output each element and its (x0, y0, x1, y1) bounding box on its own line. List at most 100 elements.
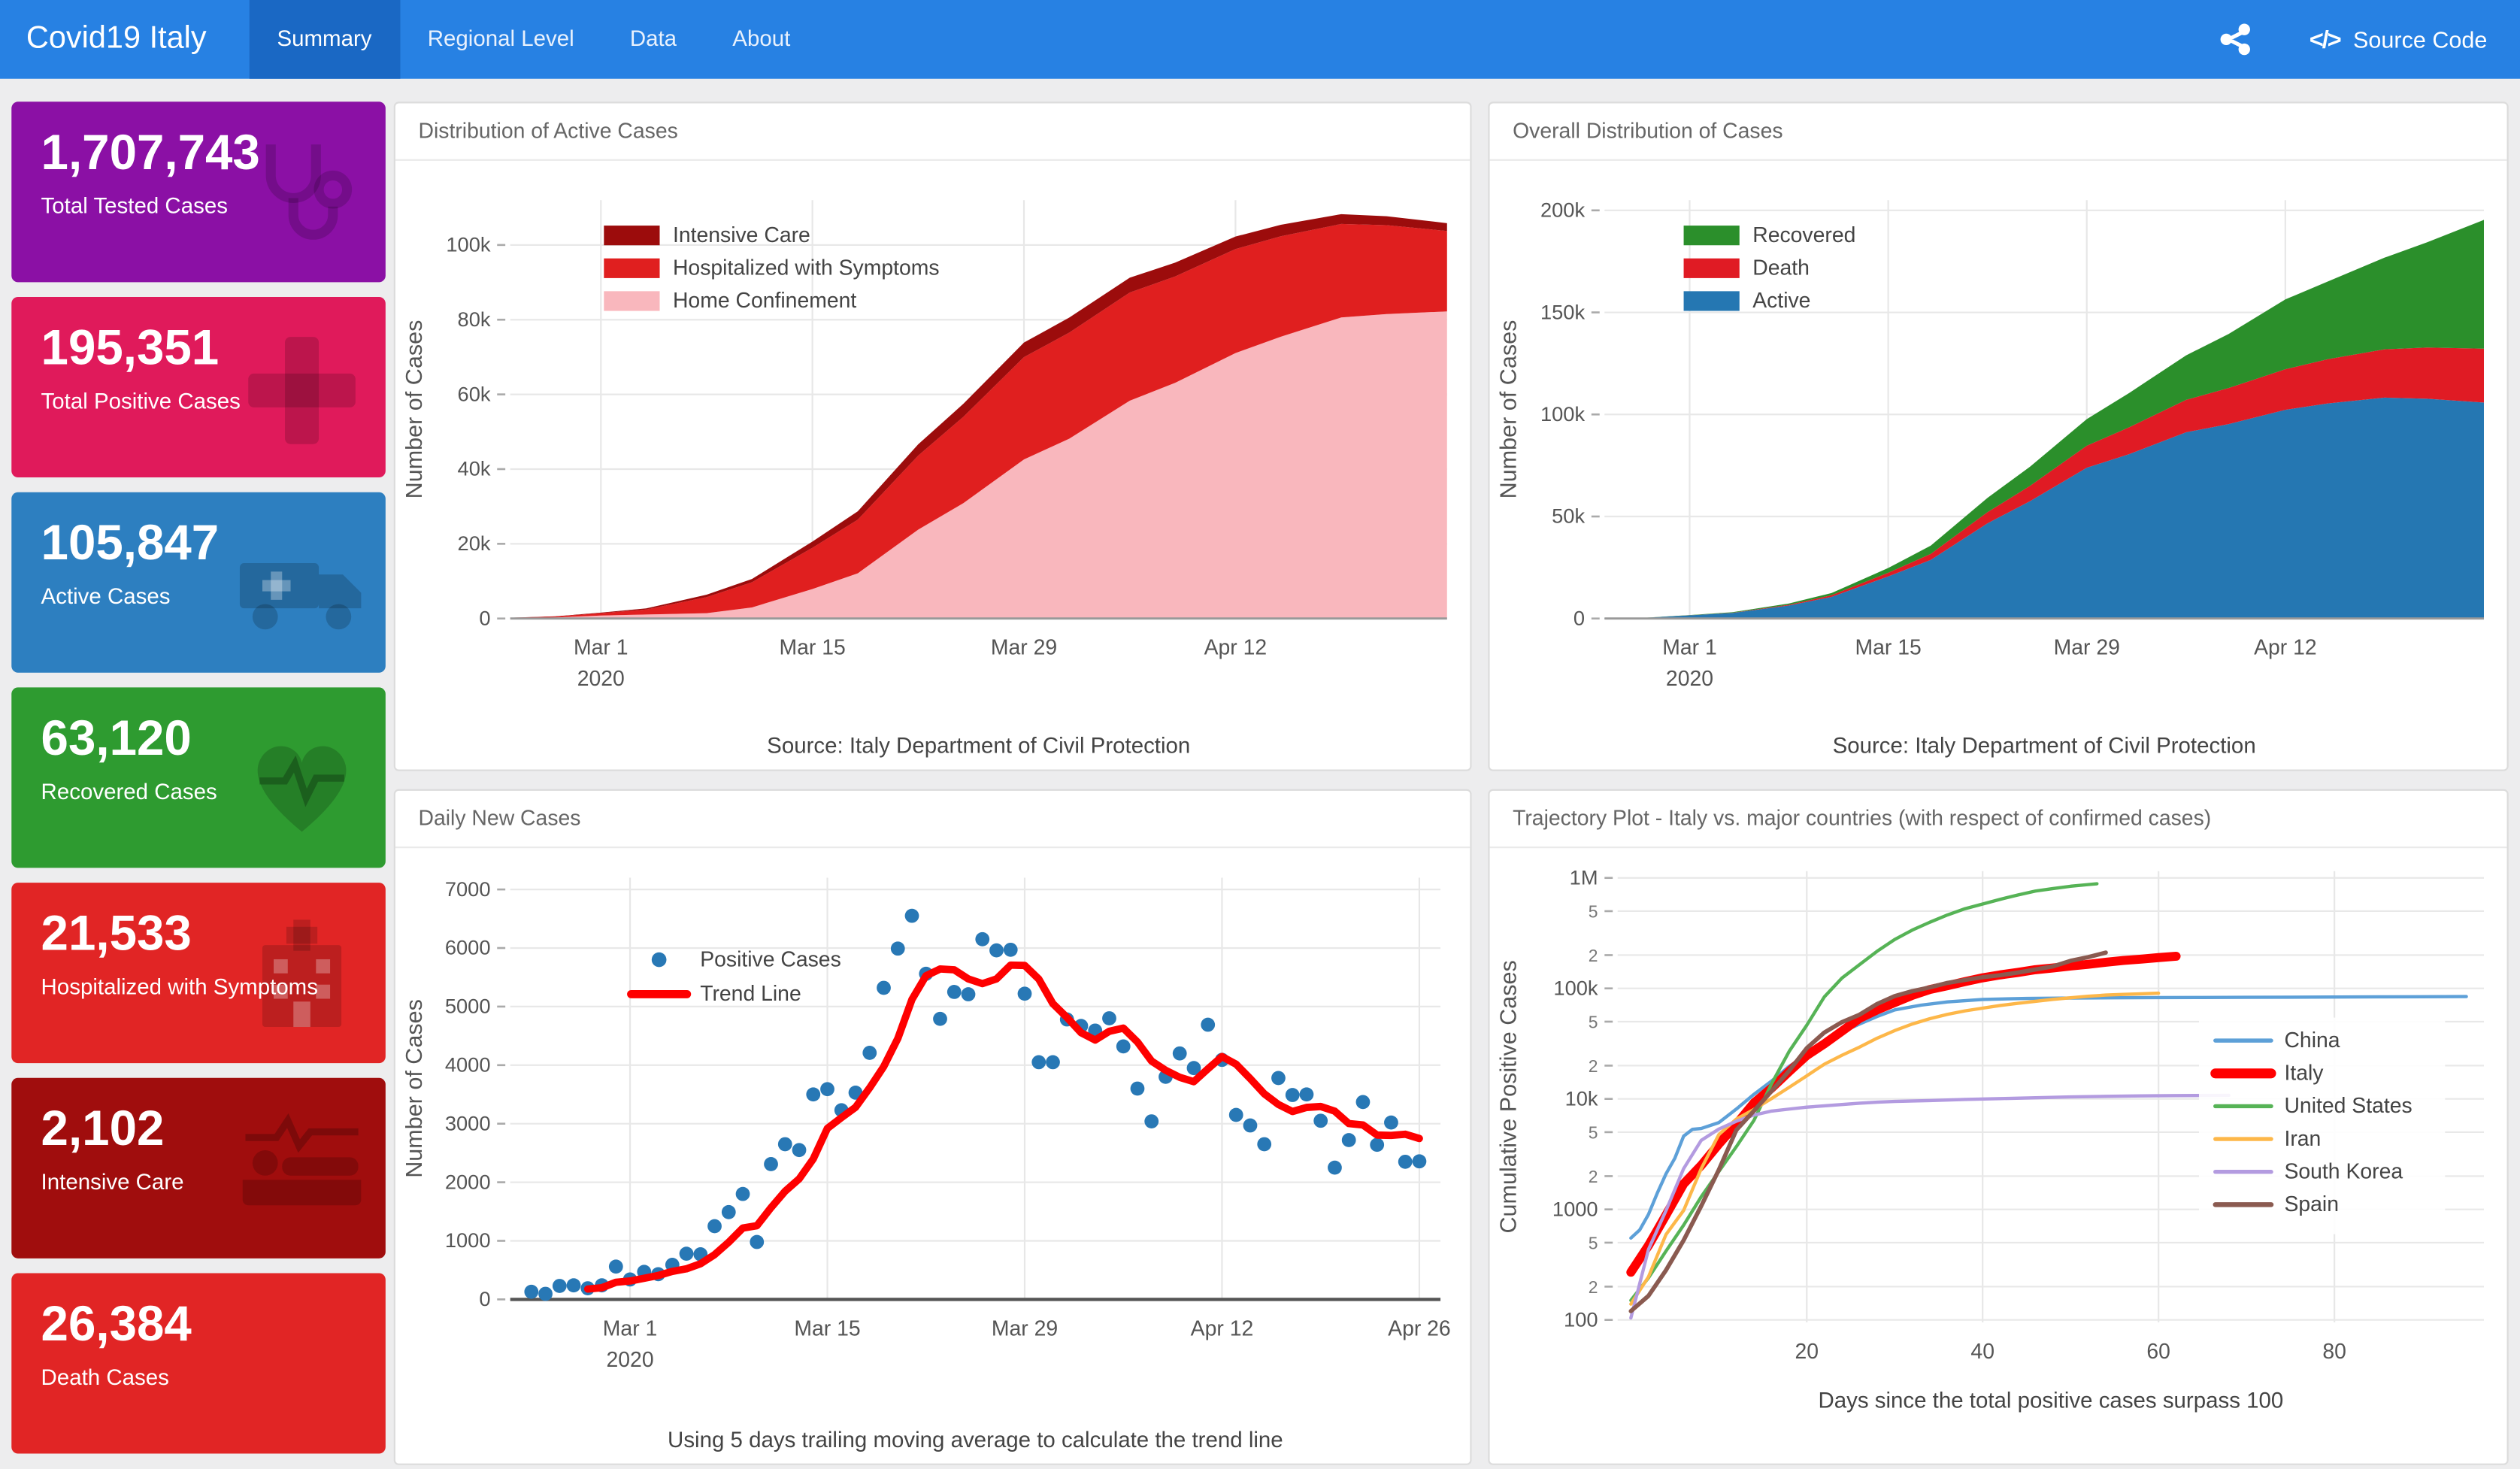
scatter-point (553, 1279, 567, 1293)
scatter-point (1328, 1161, 1342, 1175)
tab-summary[interactable]: Summary (249, 0, 399, 79)
y-tick-label: 6000 (445, 936, 491, 959)
y-tick-label: 2000 (445, 1170, 491, 1193)
area-series-Active (1604, 398, 2484, 619)
tab-regional-level[interactable]: Regional Level (400, 0, 602, 79)
panel-overall-distribution: Overall Distribution of Cases Mar 12020M… (1488, 101, 2508, 771)
legend-swatch (604, 259, 659, 278)
panel-active-distribution: Distribution of Active Cases Mar 12020Ma… (394, 101, 1472, 771)
legend-label: Home Confinement (673, 289, 856, 313)
x-tick-label: Mar 1 (1662, 636, 1717, 660)
scatter-point (680, 1246, 694, 1261)
scatter-point (891, 941, 905, 956)
scatter-point (750, 1235, 764, 1249)
scatter-point (1102, 1011, 1116, 1025)
y-tick-label: 2 (1589, 1167, 1598, 1186)
y-tick-label: 200k (1540, 198, 1585, 222)
legend-item[interactable]: Positive Cases (652, 947, 841, 971)
chart-caption: Using 5 days trailing moving average to … (668, 1428, 1283, 1452)
line-series-United States (1631, 884, 2097, 1301)
legend-label: Italy (2284, 1061, 2324, 1085)
share-icon[interactable] (2218, 21, 2254, 57)
y-tick-label: 5 (1589, 1234, 1598, 1253)
y-tick-label: 0 (1573, 606, 1585, 629)
tab-about[interactable]: About (704, 0, 818, 79)
scatter-point (962, 987, 976, 1001)
stat-card-active: 105,847 Active Cases (11, 492, 386, 673)
scatter-point (877, 981, 891, 995)
scatter-point (1384, 1116, 1398, 1130)
x-tick-label: Mar 1 (603, 1316, 658, 1340)
stat-card-total-tested: 1,707,743 Total Tested Cases (11, 101, 386, 282)
legend-item[interactable]: Intensive Care (604, 223, 810, 247)
scatter-point (1300, 1087, 1314, 1101)
scatter-point (1004, 943, 1018, 957)
scatter-point (1201, 1018, 1215, 1032)
y-tick-label: 100k (446, 233, 490, 256)
legend-swatch (1684, 259, 1740, 278)
legend-swatch (604, 291, 659, 310)
scatter-point (1031, 1056, 1046, 1070)
scatter-point (1046, 1056, 1060, 1070)
scatter-point (524, 1285, 538, 1299)
y-tick-label: 1M (1570, 865, 1598, 889)
y-tick-label: 150k (1540, 300, 1585, 323)
y-tick-label: 0 (479, 1287, 490, 1310)
y-tick-label: 7000 (445, 877, 491, 901)
y-tick-label: 5 (1589, 1013, 1598, 1032)
scatter-point (1271, 1071, 1286, 1086)
stat-value: 63,120 (41, 712, 386, 768)
x-tick-label: 2020 (577, 667, 625, 691)
stat-label: Intensive Care (41, 1170, 386, 1195)
legend-label: Death (1752, 256, 1810, 280)
x-tick-label: Apr 26 (1388, 1316, 1451, 1340)
panel-title: Trajectory Plot - Italy vs. major countr… (1490, 791, 2507, 848)
scatter-point (905, 909, 919, 923)
line-series-Italy (1631, 956, 2176, 1272)
scatter-point (1313, 1113, 1328, 1128)
x-tick-label: Mar 1 (574, 636, 628, 660)
legend-item[interactable]: Recovered (1684, 223, 1856, 247)
legend-label: Recovered (1752, 223, 1855, 247)
stat-value: 21,533 (41, 907, 386, 963)
scatter-point (1116, 1039, 1131, 1053)
legend-label: Active (1752, 289, 1810, 313)
y-tick-label: 80k (458, 307, 491, 331)
scatter-point (1342, 1133, 1356, 1147)
scatter-point (1173, 1046, 1187, 1061)
stat-label: Death Cases (41, 1365, 386, 1390)
navbar-right: </> Source Code (2218, 21, 2488, 57)
x-tick-label: 40 (1970, 1340, 1994, 1364)
scatter-point (1144, 1114, 1159, 1128)
x-axis-title: Days since the total positive cases surp… (1818, 1388, 2283, 1413)
legend-swatch (652, 953, 667, 968)
legend-label: Positive Cases (700, 947, 841, 971)
stat-value: 2,102 (41, 1103, 386, 1159)
legend-label: Iran (2284, 1127, 2321, 1151)
daily-new-cases-chart: Mar 12020Mar 15Mar 29Apr 12Apr 260100020… (395, 848, 1470, 1463)
legend-label: Trend Line (700, 982, 801, 1006)
source-code-link[interactable]: </> Source Code (2309, 26, 2488, 53)
y-tick-label: 50k (1552, 504, 1585, 528)
x-tick-label: Mar 29 (991, 636, 1057, 660)
scatter-point (1370, 1137, 1384, 1152)
app-brand[interactable]: Covid19 Italy (26, 21, 207, 57)
scatter-point (947, 985, 962, 999)
legend-item[interactable]: Death (1684, 256, 1810, 280)
x-tick-label: Apr 12 (1191, 1316, 1254, 1340)
chart-caption: Source: Italy Department of Civil Protec… (767, 734, 1190, 759)
legend-item[interactable]: Trend Line (632, 982, 801, 1006)
stat-card-death: 26,384 Death Cases (11, 1273, 386, 1453)
navbar: Covid19 Italy Summary Regional Level Dat… (0, 0, 2520, 79)
legend-item[interactable]: Home Confinement (604, 289, 856, 313)
line-series-Iran (1631, 993, 2158, 1304)
legend-label: China (2284, 1028, 2340, 1053)
legend-item[interactable]: Active (1684, 289, 1811, 313)
stat-card-intensive-care: 2,102 Intensive Care (11, 1078, 386, 1258)
scatter-point (1243, 1119, 1258, 1133)
y-tick-label: 3000 (445, 1111, 491, 1134)
legend-label: Intensive Care (673, 223, 810, 247)
x-tick-label: 80 (2322, 1340, 2346, 1364)
tab-data[interactable]: Data (602, 0, 704, 79)
legend-item[interactable]: Hospitalized with Symptoms (604, 256, 939, 280)
